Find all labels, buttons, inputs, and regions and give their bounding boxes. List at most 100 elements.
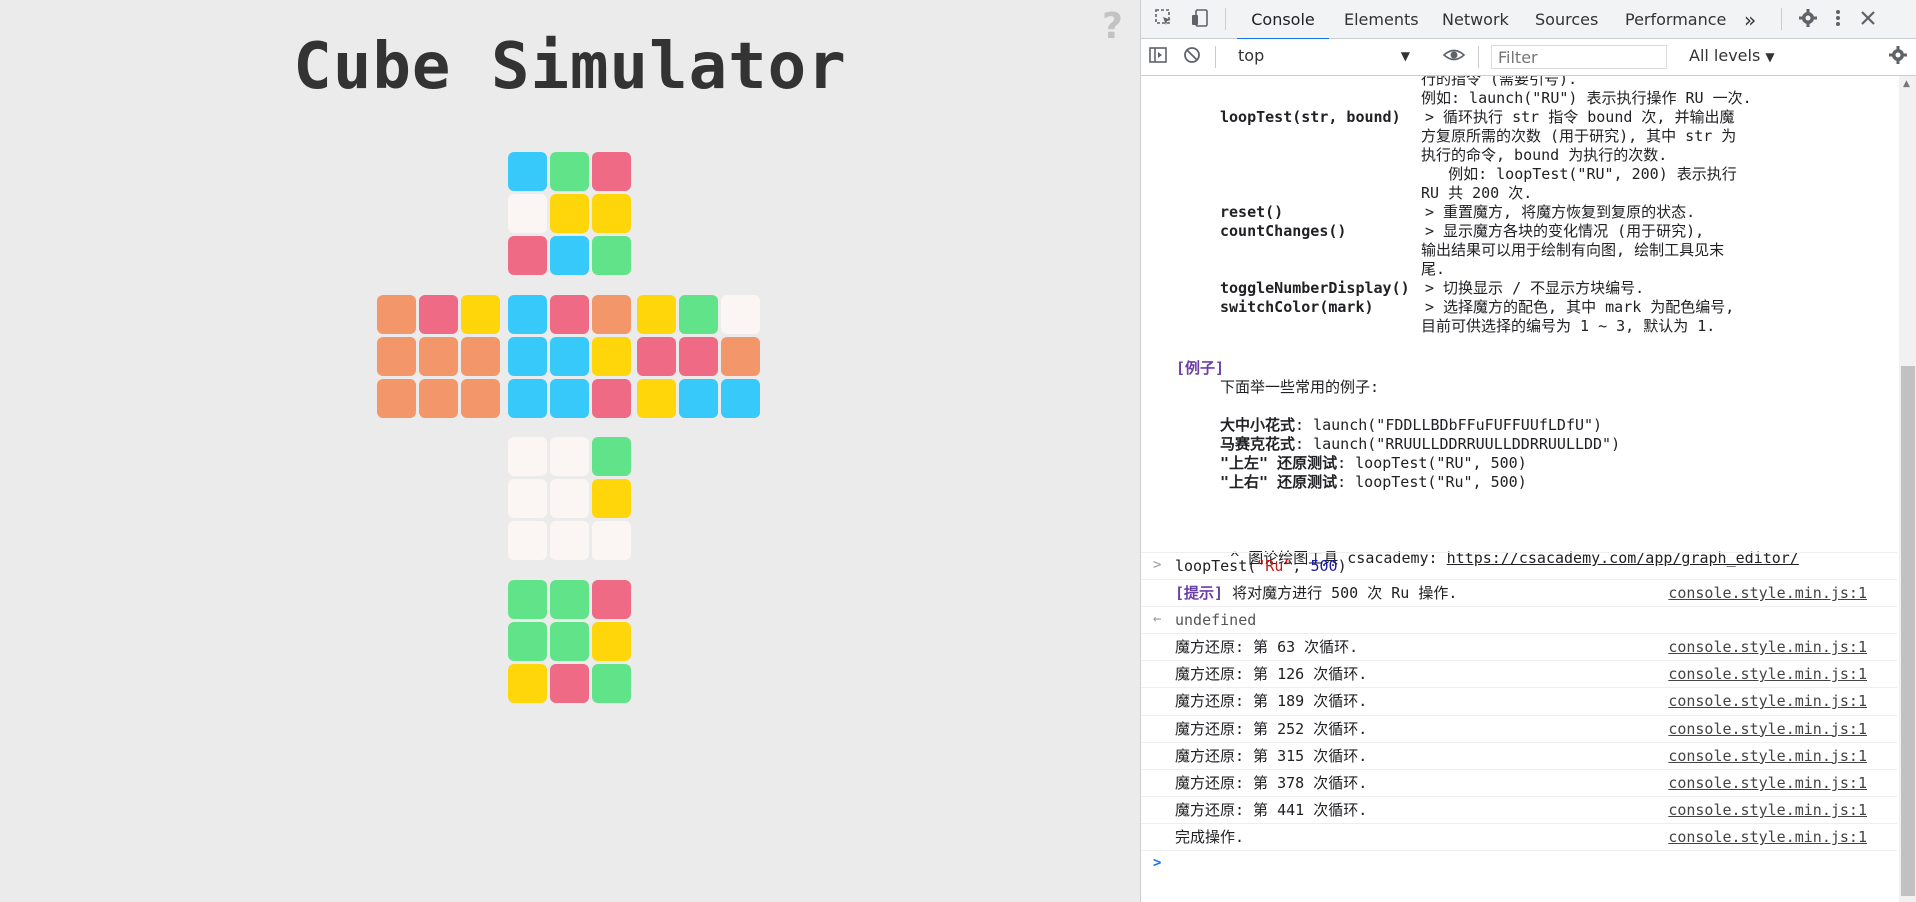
log-row: 魔方还原: 第 126 次循环. console.style.min.js:1	[1141, 660, 1897, 688]
source-link[interactable]: console.style.min.js:1	[1668, 692, 1867, 710]
inspect-element-icon[interactable]	[1153, 8, 1175, 30]
chevron-down-icon: ▼	[1765, 50, 1775, 64]
console-scrollbar[interactable]: ▲	[1899, 76, 1916, 902]
cube-sticker: G	[508, 622, 547, 661]
cube-sticker: R	[550, 295, 589, 334]
log-levels-dropdown[interactable]: All levels ▼	[1689, 45, 1775, 68]
clear-console-icon[interactable]	[1181, 45, 1203, 67]
tabbar-divider	[1225, 8, 1226, 30]
cube-sticker: Y	[508, 664, 547, 703]
face-front: BROBBYBBR	[508, 295, 632, 419]
scrollbar-thumb[interactable]	[1901, 366, 1915, 896]
sidebar-toggle-icon[interactable]	[1147, 45, 1169, 67]
cube-sticker: Y	[592, 479, 631, 518]
tab-console[interactable]: Console	[1237, 0, 1329, 40]
source-link[interactable]: console.style.min.js:1	[1668, 584, 1867, 602]
log-row: 魔方还原: 第 441 次循环. console.style.min.js:1	[1141, 796, 1897, 824]
face-down: WWGWWYWWW	[508, 437, 632, 561]
tab-sources[interactable]: Sources	[1535, 0, 1598, 38]
cube-sticker: R	[679, 337, 718, 376]
source-link[interactable]: console.style.min.js:1	[1668, 747, 1867, 765]
context-selector[interactable]: top ▼	[1238, 45, 1418, 67]
cube-sticker: O	[419, 337, 458, 376]
input-command: loopTest("Ru", 500)	[1175, 557, 1347, 575]
cube-sticker: G	[550, 580, 589, 619]
help-description: > 切换显示 / 不显示方块编号.	[1425, 279, 1645, 297]
live-expression-eye-icon[interactable]	[1442, 45, 1466, 67]
tab-network[interactable]: Network	[1442, 0, 1509, 38]
scroll-up-icon[interactable]: ▲	[1903, 79, 1910, 89]
source-link[interactable]: console.style.min.js:1	[1668, 665, 1867, 683]
close-icon[interactable]	[1857, 8, 1879, 30]
cube-sticker: B	[508, 152, 547, 191]
tab-elements[interactable]: Elements	[1344, 0, 1419, 38]
example-line: 马赛克花式: launch("RRUULLDDRRUULLDDRRUULLDD"…	[1220, 435, 1620, 454]
cube-sticker: B	[550, 236, 589, 275]
face-right: YGWRROYBB	[637, 295, 761, 419]
help-description: > 选择魔方的配色, 其中 mark 为配色编号,	[1425, 298, 1735, 316]
source-link[interactable]: console.style.min.js:1	[1668, 801, 1867, 819]
log-message: 魔方还原: 第 441 次循环.	[1175, 801, 1368, 820]
filter-input[interactable]	[1491, 45, 1667, 69]
cube-sticker: W	[508, 521, 547, 560]
log-row: 魔方还原: 第 315 次循环. console.style.min.js:1	[1141, 741, 1897, 770]
input-chevron-icon: >	[1153, 557, 1162, 573]
return-arrow-icon: ←	[1153, 611, 1162, 627]
log-row: 魔方还原: 第 252 次循环. console.style.min.js:1	[1141, 714, 1897, 743]
kebab-menu-icon[interactable]	[1827, 8, 1849, 30]
page-title: Cube Simulator	[293, 30, 847, 104]
devtools-panel: Console Elements Network Sources Perform…	[1140, 0, 1916, 902]
cube-sticker: O	[419, 379, 458, 418]
more-tabs-button[interactable]: »	[1744, 0, 1756, 38]
help-description: 例如: launch("RU") 表示执行操作 RU 一次.	[1421, 89, 1752, 107]
cube-sticker: G	[592, 664, 631, 703]
example-name: 大中小花式	[1220, 416, 1296, 434]
cube-sticker: R	[592, 152, 631, 191]
source-link[interactable]: console.style.min.js:1	[1668, 774, 1867, 792]
cube-sticker: Y	[550, 194, 589, 233]
log-row: 魔方还原: 第 189 次循环. console.style.min.js:1	[1141, 687, 1897, 715]
log-message: 完成操作.	[1175, 828, 1245, 847]
source-link[interactable]: console.style.min.js:1	[1668, 828, 1867, 846]
console-input-echo: > loopTest("Ru", 500)	[1141, 552, 1897, 580]
log-levels-value: All levels	[1689, 46, 1761, 65]
help-icon[interactable]: ?	[1102, 6, 1123, 47]
hint-message: [提示] 将对魔方进行 500 次 Ru 操作.	[1175, 584, 1458, 602]
help-command: toggleNumberDisplay()	[1220, 279, 1410, 297]
help-command: switchColor(mark)	[1220, 298, 1374, 316]
tab-performance[interactable]: Performance	[1625, 0, 1726, 38]
help-description: 执行的命令, bound 为执行的次数.	[1421, 146, 1668, 164]
cube-sticker: G	[679, 295, 718, 334]
return-value: undefined	[1175, 611, 1257, 629]
cube-sticker: Y	[592, 337, 631, 376]
example-code: : loopTest("Ru", 500)	[1337, 473, 1527, 491]
log-message: 魔方还原: 第 252 次循环.	[1175, 719, 1368, 738]
example-line: "上右" 还原测试: loopTest("Ru", 500)	[1220, 473, 1527, 492]
face-back: GGRGGYYRG	[508, 580, 632, 704]
help-description: 行的指令 (需要引号).	[1421, 76, 1578, 88]
prompt-chevron-icon: >	[1153, 855, 1162, 871]
help-description: 例如: loopTest("RU", 200) 表示执行	[1421, 165, 1737, 183]
cube-sticker: O	[377, 379, 416, 418]
console-prompt[interactable]: >	[1141, 850, 1897, 891]
help-command: loopTest(str, bound)	[1220, 108, 1401, 126]
device-toolbar-icon[interactable]	[1189, 8, 1211, 30]
console-settings-gear-icon[interactable]	[1887, 45, 1909, 67]
log-row: 魔方还原: 第 378 次循环. console.style.min.js:1	[1141, 769, 1897, 797]
example-code: : launch("FDDLLBDbFFuFUFFUUfLDfU")	[1295, 416, 1603, 434]
examples-intro: 下面举一些常用的例子:	[1220, 378, 1380, 396]
toolbar-divider	[1215, 46, 1216, 68]
source-link[interactable]: console.style.min.js:1	[1668, 638, 1867, 656]
help-command: reset()	[1220, 203, 1284, 221]
example-name: "上右" 还原测试	[1220, 473, 1338, 491]
cube-sticker: Y	[637, 379, 676, 418]
cube-sticker: R	[592, 580, 631, 619]
settings-gear-icon[interactable]	[1797, 8, 1819, 30]
cube-sticker: Y	[592, 194, 631, 233]
cube-sticker: G	[592, 236, 631, 275]
face-up: BGRWYYRBG	[508, 152, 632, 276]
cube-sticker: B	[679, 379, 718, 418]
cube-sticker: B	[508, 337, 547, 376]
source-link[interactable]: console.style.min.js:1	[1668, 720, 1867, 738]
cube-sticker: G	[550, 152, 589, 191]
